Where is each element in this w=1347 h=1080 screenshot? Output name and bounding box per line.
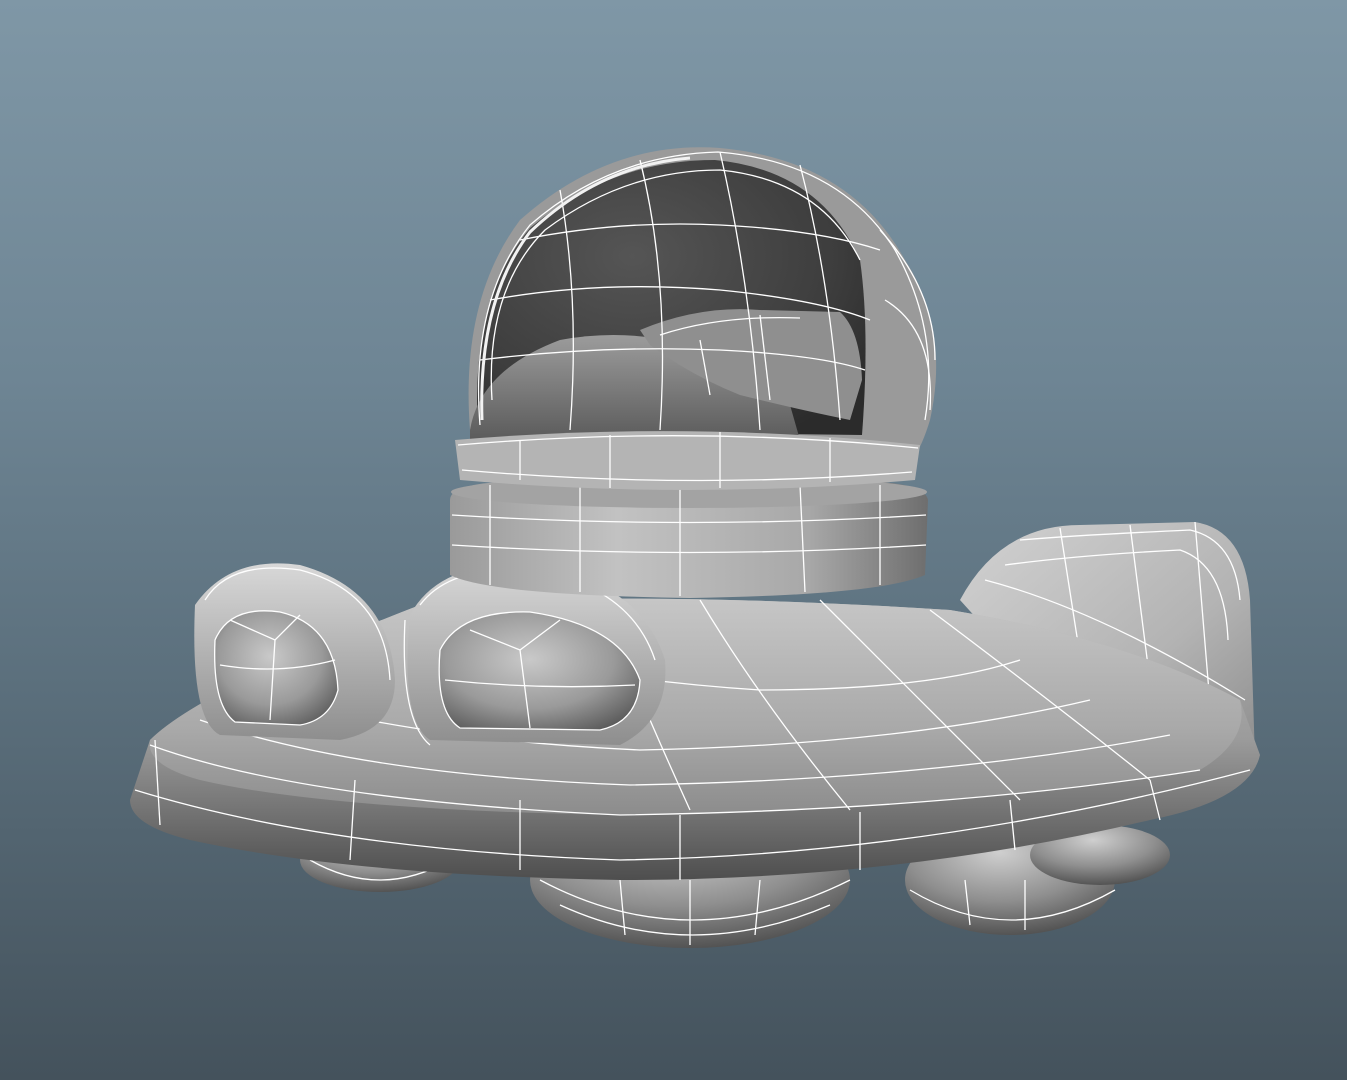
front-port-left	[194, 563, 395, 740]
dome-collar	[450, 476, 928, 598]
model-render	[130, 147, 1260, 948]
glass-dome	[455, 147, 937, 490]
3d-viewport[interactable]	[0, 0, 1347, 1080]
